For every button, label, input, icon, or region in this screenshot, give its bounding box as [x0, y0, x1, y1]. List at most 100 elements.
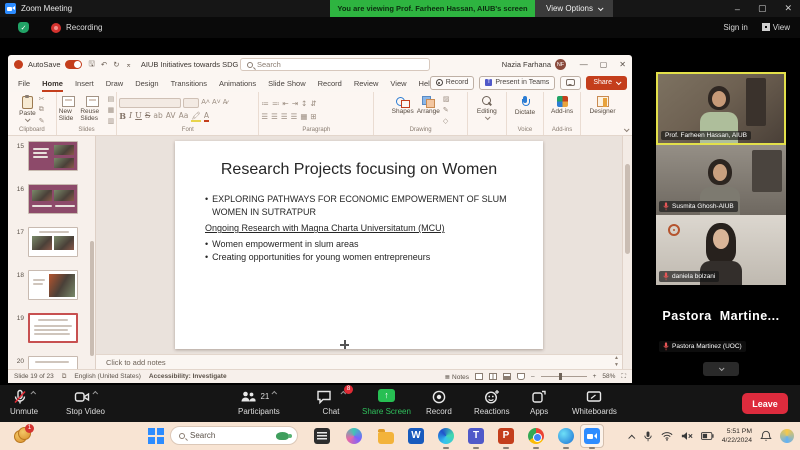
close-button[interactable]: ✕	[784, 3, 792, 14]
menu-slideshow[interactable]: Slide Show	[262, 74, 312, 92]
video-tile-daniela[interactable]: daniela bolzani	[656, 215, 786, 285]
chat-button[interactable]: 8 Chat	[316, 389, 346, 416]
participants-button[interactable]: 21 Participants	[238, 389, 280, 416]
ppt-minimize-button[interactable]: —	[580, 60, 588, 69]
menu-transitions[interactable]: Transitions	[165, 74, 213, 92]
paste-button[interactable]: Paste	[19, 94, 36, 126]
ppt-share-button[interactable]: Share	[586, 76, 627, 90]
unmute-button[interactable]: Unmute	[10, 389, 38, 416]
editing-button[interactable]: Editing	[477, 94, 497, 126]
slideshow-button[interactable]	[517, 373, 525, 380]
autosave-toggle[interactable]	[65, 60, 82, 69]
menu-design[interactable]: Design	[129, 74, 164, 92]
avatar[interactable]: NF	[555, 59, 566, 70]
minimize-button[interactable]: –	[735, 4, 740, 14]
menu-insert[interactable]: Insert	[69, 74, 100, 92]
shrink-font-button[interactable]: A˅	[212, 99, 221, 106]
thumbnail-scrollbar[interactable]	[90, 241, 94, 356]
video-tile-susmita[interactable]: Susmita Ghosh-AIUB	[656, 145, 786, 215]
clock[interactable]: 5:51 PM 4/22/2024	[722, 427, 752, 445]
collapse-videos-button[interactable]	[703, 362, 739, 376]
line-spacing-button[interactable]: ↕	[301, 99, 307, 108]
align-center-button[interactable]: ☰	[271, 112, 278, 121]
meeting-info-shield-icon[interactable]: ✓	[18, 22, 29, 33]
redo-icon[interactable]: ↻	[113, 60, 119, 69]
start-button[interactable]	[148, 428, 164, 444]
reuse-slides-button[interactable]: Reuse Slides	[80, 94, 104, 126]
undo-icon[interactable]: ↶	[101, 60, 107, 69]
video-tile-pastora[interactable]: Pastora Martine... Pastora Martinez (UOC…	[656, 285, 786, 355]
drawing-mini-buttons[interactable]: ▨✎◇	[443, 94, 450, 126]
notes-area[interactable]: Click to add notes ▲▼	[96, 354, 622, 369]
highlight-button[interactable]: 🖍	[191, 111, 201, 122]
slide-layout-buttons[interactable]: ▤▦▥	[108, 94, 115, 126]
stop-video-button[interactable]: Stop Video	[66, 389, 105, 416]
bold-button[interactable]: B	[119, 111, 126, 122]
weather-widget-icon[interactable]	[780, 429, 794, 443]
chrome-icon[interactable]	[526, 426, 546, 446]
font-name-box[interactable]	[119, 98, 181, 108]
record-button[interactable]: Record	[426, 389, 452, 416]
grow-font-button[interactable]: A˄	[201, 99, 210, 106]
recording-indicator-icon[interactable]	[51, 23, 61, 33]
ppt-close-button[interactable]: ✕	[619, 60, 626, 69]
zoom-slider[interactable]	[541, 376, 587, 377]
language-indicator[interactable]: English (United States)	[74, 373, 140, 380]
sign-in-link[interactable]: Sign in	[723, 23, 747, 32]
share-screen-button[interactable]: ↑ Share Screen	[362, 389, 411, 416]
menu-home[interactable]: Home	[36, 74, 69, 92]
change-case-button[interactable]: Aa	[179, 111, 189, 122]
ppt-maximize-button[interactable]: ▢	[600, 60, 608, 69]
dictate-button[interactable]: Dictate	[515, 94, 535, 126]
align-right-button[interactable]: ☰	[281, 112, 288, 121]
menu-view[interactable]: View	[384, 74, 412, 92]
notification-coin-icon[interactable]: 1	[14, 427, 31, 444]
increase-indent-button[interactable]: ⇥	[292, 99, 298, 108]
leave-button[interactable]: Leave	[742, 393, 788, 414]
notes-scroll-arrows[interactable]: ▲▼	[614, 355, 619, 369]
thumbnail-slide-16[interactable]: 16	[8, 184, 96, 214]
tray-volume-muted-icon[interactable]	[681, 431, 693, 441]
ppt-record-button[interactable]: Record	[430, 76, 475, 90]
clipboard-mini-buttons[interactable]: ✂⧉✎	[39, 94, 45, 126]
notes-toggle[interactable]: ≣ Notes	[445, 373, 469, 381]
zoom-app-icon[interactable]	[582, 426, 602, 446]
clear-format-button[interactable]: A̷	[223, 99, 228, 106]
justify-button[interactable]: ☰	[291, 112, 298, 121]
comments-button[interactable]	[560, 76, 581, 90]
quick-access-icon[interactable]: ⌅	[126, 60, 132, 69]
zoom-percent[interactable]: 58%	[602, 373, 615, 380]
edge-icon[interactable]	[436, 426, 456, 446]
apps-button[interactable]: Apps	[530, 389, 548, 416]
shapes-button[interactable]: Shapes	[392, 94, 414, 126]
accessibility-status[interactable]: Accessibility: Investigate	[149, 373, 227, 380]
text-direction-button[interactable]: ⇵	[310, 99, 316, 108]
display-settings-icon[interactable]: ⧉	[62, 373, 67, 381]
notepad-icon[interactable]	[312, 426, 332, 446]
ppt-search-box[interactable]: Search	[240, 58, 430, 71]
word-icon[interactable]: W	[406, 426, 426, 446]
smartart-button[interactable]: ⊞	[310, 112, 316, 121]
underline-button[interactable]: U	[135, 111, 142, 122]
notification-bell-icon[interactable]	[760, 430, 772, 442]
powerpoint-icon[interactable]: P	[496, 426, 516, 446]
designer-button[interactable]: Designer	[590, 94, 616, 126]
decrease-indent-button[interactable]: ⇤	[282, 99, 288, 108]
current-slide[interactable]: Research Projects focusing on Women •EXP…	[175, 141, 543, 349]
thumbnail-slide-17[interactable]: 17	[8, 227, 96, 257]
save-icon[interactable]: 🖫	[89, 58, 95, 71]
edge-beta-icon[interactable]	[556, 426, 576, 446]
align-left-button[interactable]: ☰	[261, 112, 268, 121]
reading-view-button[interactable]	[503, 373, 511, 380]
slide-thumbnail-panel[interactable]: 15 16 17	[8, 136, 96, 369]
reactions-button[interactable]: Reactions	[474, 389, 510, 416]
font-color-button[interactable]: A	[204, 111, 209, 122]
menu-record[interactable]: Record	[312, 74, 348, 92]
shadow-button[interactable]: ab	[153, 111, 162, 122]
taskbar-search[interactable]: Search	[170, 426, 298, 445]
thumbnail-slide-20[interactable]: 20	[8, 356, 96, 369]
zoom-in-button[interactable]: +	[593, 373, 597, 380]
bullets-button[interactable]: ≔	[261, 99, 269, 108]
slide-sorter-button[interactable]	[489, 373, 497, 380]
file-explorer-icon[interactable]	[376, 426, 396, 446]
